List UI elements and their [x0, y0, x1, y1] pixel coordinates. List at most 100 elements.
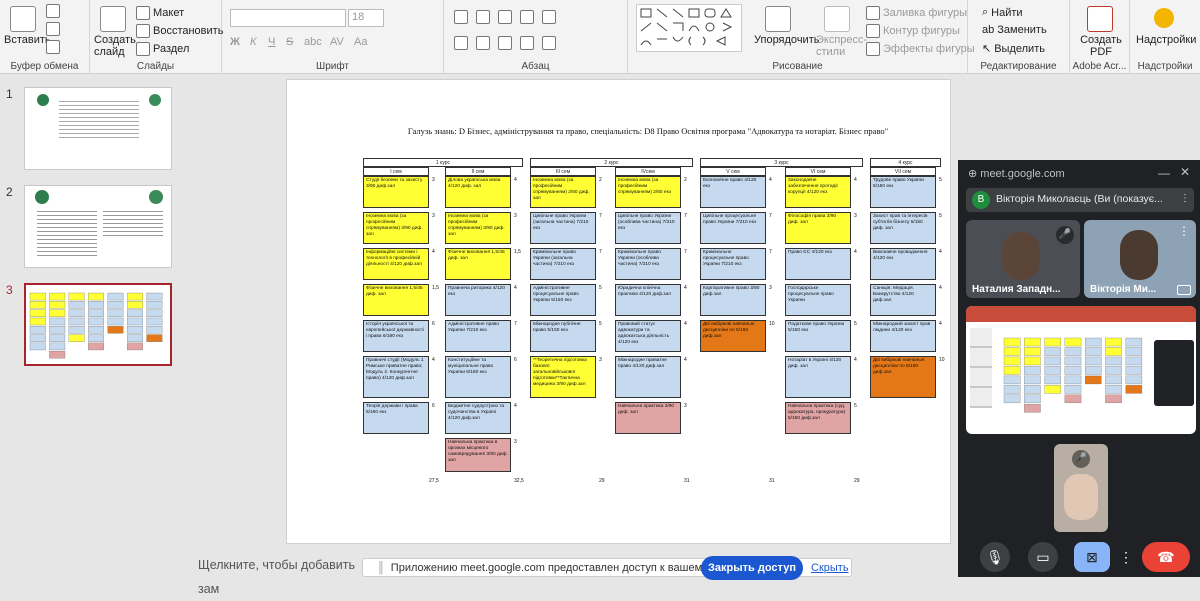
present-button[interactable]: ⊠	[1074, 542, 1110, 572]
course-cell[interactable]: Санкція. Медіація. Банкрутство 4/120 диф…	[870, 284, 936, 316]
copy-icon[interactable]	[46, 22, 60, 36]
case-button[interactable]: Aa	[354, 36, 367, 48]
shape-effects-button[interactable]: Эффекты фигуры	[866, 42, 975, 56]
align-left-icon[interactable]	[454, 36, 468, 50]
course-cell[interactable]: Законодавче забезпечення протидії корупц…	[785, 176, 851, 208]
course-cell[interactable]: Кримінальне процесуальне право України 7…	[700, 248, 766, 280]
course-cell[interactable]: Навчальна практика (суд, адвокатура, про…	[785, 402, 851, 434]
course-cell[interactable]: Дві вибіркові навчальні дисципліни по 5/…	[700, 320, 766, 352]
hide-link[interactable]: Скрыть	[811, 562, 849, 574]
course-cell[interactable]: Адміністративне процесуальне право Украї…	[530, 284, 596, 316]
course-cell[interactable]: Філософія права 3/90 диф. зал	[785, 212, 851, 244]
course-cell[interactable]: Господарське процесуальне право України	[785, 284, 851, 316]
course-cell[interactable]: Право ЄС 4/120 екз	[785, 248, 851, 280]
course-cell[interactable]: Фізичне виховання 1,5/45 диф. зал	[363, 284, 429, 316]
font-size-field[interactable]: 18	[348, 9, 384, 27]
pdf-icon[interactable]	[1087, 6, 1113, 32]
strikethrough-button[interactable]: S	[286, 36, 293, 48]
spacing-button[interactable]: AV	[330, 36, 344, 48]
pip-icon[interactable]	[1177, 285, 1191, 295]
participant-tile[interactable]: ⋮ Вікторія Ми...	[1084, 220, 1196, 298]
course-cell[interactable]: Міжнародне публічне право 5/150 екз	[530, 320, 596, 352]
slide-thumbnail-3[interactable]	[24, 283, 172, 366]
quick-styles-button[interactable]: Экспресс-стили	[816, 34, 867, 58]
course-cell[interactable]: Адміністративне право України 7/210 екз	[445, 320, 511, 352]
microphone-button[interactable]: 🎙	[980, 542, 1010, 572]
reset-button[interactable]: Восстановить	[136, 24, 223, 38]
addins-button[interactable]: Надстройки	[1136, 34, 1196, 46]
slide-canvas[interactable]: Галузь знань: D Бізнес, адміністрування …	[286, 79, 951, 544]
align-buttons[interactable]	[454, 36, 556, 50]
close-icon[interactable]: ✕	[1180, 165, 1190, 179]
arrange-button[interactable]: Упорядочить	[754, 34, 819, 46]
course-cell[interactable]: Кримінальне право України (загальна част…	[530, 248, 596, 280]
course-cell[interactable]: Міжнародний захист прав людини 4/120 екз	[870, 320, 936, 352]
course-cell[interactable]: Фізичне виховання 1,5/45 диф. зал	[445, 248, 511, 280]
italic-button[interactable]: К	[250, 36, 256, 48]
columns-icon[interactable]	[542, 36, 556, 50]
course-cell[interactable]: Іноземна мова (за професійним спрямуванн…	[615, 176, 681, 208]
select-button[interactable]: ↖ Выделить	[982, 42, 1045, 56]
slide-thumbnail-2[interactable]	[24, 185, 172, 268]
course-cell[interactable]: Виконавче провадження 4/120 екз	[870, 248, 936, 280]
course-cell[interactable]: Правовий статус адвокатури та адвокатськ…	[615, 320, 681, 352]
more-options-icon[interactable]: ⋮	[1178, 224, 1190, 238]
slide-thumbnail-1[interactable]	[24, 87, 172, 170]
minimize-icon[interactable]: —	[1158, 166, 1170, 180]
shape-outline-button[interactable]: Контур фигуры	[866, 24, 960, 38]
bold-button[interactable]: Ж	[230, 36, 240, 48]
course-cell[interactable]: Іноземна мова (за професійним спрямуванн…	[445, 212, 511, 244]
course-cell[interactable]: Юридична клінічна практика 4/120 диф.зал	[615, 284, 681, 316]
course-cell[interactable]: Іноземна мова (за професійним спрямуванн…	[363, 212, 429, 244]
shapes-gallery[interactable]	[636, 4, 742, 52]
notes-placeholder[interactable]: Щелкните, чтобы добавить зам	[188, 553, 368, 596]
align-right-icon[interactable]	[498, 36, 512, 50]
replace-button[interactable]: ab Заменить	[982, 24, 1047, 36]
indent-icon[interactable]	[498, 10, 512, 24]
paste-icon[interactable]	[10, 6, 36, 32]
align-center-icon[interactable]	[476, 36, 490, 50]
course-cell[interactable]: Податкове право України 5/150 екз	[785, 320, 851, 352]
course-cell[interactable]: Ділова українська мова 4/120 диф. зал	[445, 176, 511, 208]
layout-button[interactable]: Макет	[136, 6, 184, 20]
course-cell[interactable]: Навчальна практика 3/90 диф. зал	[615, 402, 681, 434]
course-cell[interactable]: Цивільне право України (особлива частина…	[615, 212, 681, 244]
course-cell[interactable]: Кримінальне право України (особлива част…	[615, 248, 681, 280]
course-cell[interactable]: Трудове право України 5/150 екз	[870, 176, 936, 208]
outdent-icon[interactable]	[520, 10, 534, 24]
create-pdf-button[interactable]: Создать PDF	[1080, 34, 1122, 58]
leave-call-button[interactable]: ☎	[1142, 542, 1190, 572]
find-button[interactable]: ⌕ Найти	[982, 6, 1023, 19]
paste-button[interactable]: Вставить	[4, 34, 51, 46]
numbering-icon[interactable]	[476, 10, 490, 24]
addins-icon[interactable]	[1154, 8, 1174, 28]
format-painter-icon[interactable]	[46, 40, 60, 54]
list-buttons[interactable]	[454, 10, 556, 24]
course-cell[interactable]: Правнича риторика 4/120 екз	[445, 284, 511, 316]
course-cell[interactable]: Історія української та європейської держ…	[363, 320, 429, 352]
course-cell[interactable]: Теорія держави і права 6/180 екз	[363, 402, 429, 434]
course-cell[interactable]: Корпоративне право 3/90 диф.зал	[700, 284, 766, 316]
underline-button[interactable]: Ч	[268, 36, 275, 48]
course-cell[interactable]: Інформаційні системи і технології в проф…	[363, 248, 429, 280]
course-cell[interactable]: Навчальна практика в органах місцевого с…	[445, 438, 511, 472]
course-cell[interactable]: Студії безпеки та захисту 3/90 диф.зал	[363, 176, 429, 208]
course-cell[interactable]: Міжнародне приватне право 4/120 диф.зал	[615, 356, 681, 398]
section-button[interactable]: Раздел	[136, 42, 189, 56]
course-cell[interactable]: Дві вибіркові навчальні дисципліни по 5/…	[870, 356, 936, 398]
course-cell[interactable]: Захист прав та інтересів суб'єктів бізне…	[870, 212, 936, 244]
arrange-icon[interactable]	[765, 6, 791, 32]
line-spacing-icon[interactable]	[542, 10, 556, 24]
more-options-icon[interactable]: ⋮	[1180, 193, 1190, 204]
course-cell[interactable]: Економічне право 4/120 екз	[700, 176, 766, 208]
shadow-button[interactable]: abc	[304, 36, 322, 48]
participant-tile[interactable]: 🎤 Наталия Западн...	[966, 220, 1080, 298]
presenter-bar[interactable]: В Вікторія Миколаєць (Ви (показує... ⋮	[966, 188, 1194, 212]
bullets-icon[interactable]	[454, 10, 468, 24]
course-cell[interactable]: **Теоретична підготовка базової загально…	[530, 356, 596, 398]
camera-button[interactable]: ▭	[1028, 542, 1058, 572]
justify-icon[interactable]	[520, 36, 534, 50]
quick-styles-icon[interactable]	[824, 6, 850, 32]
drag-handle-icon[interactable]: ║	[377, 562, 385, 574]
new-slide-button[interactable]: Создать слайд	[94, 34, 136, 58]
